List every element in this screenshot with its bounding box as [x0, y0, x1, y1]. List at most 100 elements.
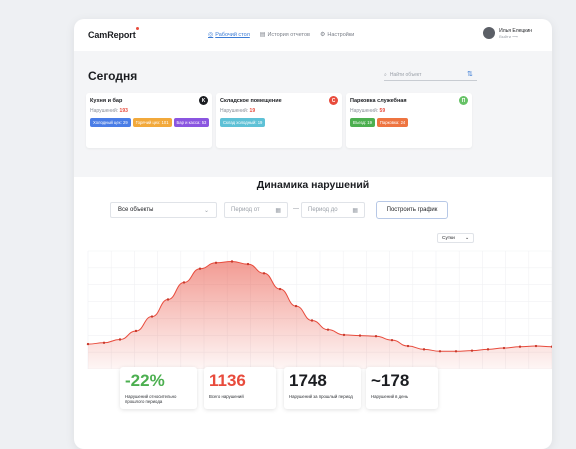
- zone-tag[interactable]: Бар и касса: 53: [173, 118, 210, 127]
- app-window: CamReport ◎ Рабочий стол ▤ История отчет…: [74, 19, 552, 449]
- data-point: [406, 344, 410, 348]
- data-point: [390, 338, 394, 342]
- nav-dashboard-label: Рабочий стол: [215, 31, 250, 38]
- data-point: [102, 341, 106, 344]
- avatar: [483, 27, 496, 39]
- search-input[interactable]: ⌕ Найти объект: [384, 69, 477, 81]
- data-point: [326, 328, 330, 331]
- nav-settings[interactable]: ⚙ Настройки: [319, 31, 355, 39]
- nav-settings-label: Настройки: [327, 31, 355, 38]
- data-point: [518, 345, 522, 348]
- data-point: [358, 334, 362, 337]
- data-point: [86, 342, 90, 346]
- stat-value: 1136: [209, 371, 246, 390]
- date-to-placeholder: Период до: [308, 207, 338, 213]
- search-placeholder: Найти объект: [389, 71, 422, 78]
- stat-card-total: 1136 Всего нарушений: [204, 367, 276, 409]
- stat-value: 1748: [289, 371, 327, 390]
- location-count: Нарушений: 193: [90, 108, 128, 114]
- logo-dot-icon: [136, 27, 139, 30]
- date-from-field[interactable]: Период от ▦: [224, 202, 288, 218]
- calendar-icon: ▦: [275, 207, 281, 214]
- data-point: [214, 261, 218, 264]
- data-point: [230, 260, 234, 263]
- stat-value: -22%: [125, 371, 165, 390]
- zone-tag[interactable]: Въезд: 19: [350, 118, 375, 127]
- data-point: [134, 329, 138, 333]
- date-from-placeholder: Период от: [231, 207, 260, 213]
- data-point: [454, 350, 458, 353]
- stat-label: Нарушений в день: [371, 394, 409, 399]
- chart-title: Динамика нарушений: [256, 179, 370, 191]
- zone-tag[interactable]: Парковка: 24: [376, 118, 409, 127]
- date-to-field[interactable]: Период до ▦: [301, 202, 365, 218]
- location-badge: П: [459, 96, 468, 105]
- data-point: [166, 298, 170, 301]
- location-name: Парковка служебная: [350, 98, 407, 104]
- nav-history[interactable]: ▤ История отчетов: [259, 31, 310, 39]
- location-name: Кухня и бар: [90, 98, 123, 104]
- data-point: [182, 281, 186, 284]
- stat-label: Всего нарушений: [209, 394, 244, 399]
- data-point: [150, 315, 154, 318]
- data-point: [278, 287, 282, 291]
- stat-label: Нарушений за прошлый период: [289, 394, 353, 399]
- data-point: [502, 346, 506, 350]
- zone-tag[interactable]: Холодный цех: 29: [90, 118, 131, 127]
- top-bar: CamReport ◎ Рабочий стол ▤ История отчет…: [74, 19, 552, 51]
- object-select-value: Все объекты: [118, 207, 154, 213]
- location-card-kitchen[interactable]: Кухня и бар K Нарушений: 193 Холодный це…: [86, 93, 212, 148]
- location-count: Нарушений: 19: [220, 108, 256, 114]
- data-point: [486, 348, 490, 351]
- stat-label: Нарушений относительно прошлого периода: [125, 394, 177, 404]
- zone-tags: Склад холодный: 19: [220, 118, 340, 127]
- user-name: Илья Елецкин: [499, 27, 532, 34]
- period-select-value: Сутки: [442, 235, 455, 241]
- nav-dashboard[interactable]: ◎ Рабочий стол: [208, 31, 250, 39]
- data-point: [422, 348, 426, 351]
- location-badge: C: [329, 96, 338, 105]
- nav-history-label: История отчетов: [267, 31, 310, 38]
- data-point: [262, 272, 266, 275]
- logout-link[interactable]: Выйти ⟶: [499, 34, 532, 39]
- zone-tag[interactable]: Горячий цех: 101: [132, 118, 172, 127]
- period-select[interactable]: Сутки ⌄: [437, 233, 474, 243]
- data-point: [310, 319, 314, 322]
- location-card-parking[interactable]: Парковка служебная П Нарушений: 59 Въезд…: [346, 93, 472, 148]
- location-badge: K: [199, 96, 208, 105]
- data-point: [246, 262, 250, 266]
- zone-tags: Холодный цех: 29 Горячий цех: 101 Бар и …: [90, 118, 210, 127]
- build-chart-button[interactable]: Построить график: [376, 201, 448, 219]
- data-point: [294, 304, 298, 308]
- data-point: [534, 344, 538, 348]
- calendar-icon: ▦: [352, 207, 358, 214]
- gear-icon: ⚙: [319, 32, 326, 38]
- calendar-icon: ▤: [259, 32, 266, 38]
- location-name: Складское помещение: [220, 98, 282, 104]
- object-select[interactable]: Все объекты ⌄: [110, 202, 217, 218]
- sort-icon[interactable]: ⇅: [467, 70, 473, 78]
- stat-card-daily: ~178 Нарушений в день: [366, 367, 438, 409]
- data-point: [374, 335, 378, 338]
- data-point: [470, 349, 474, 352]
- search-icon: ⌕: [384, 71, 387, 78]
- zone-tags: Въезд: 19 Парковка: 24: [350, 118, 470, 127]
- data-point: [342, 333, 346, 337]
- zone-tag[interactable]: Склад холодный: 19: [220, 118, 266, 127]
- violations-chart: [86, 250, 552, 369]
- location-card-storage[interactable]: Складское помещение C Нарушений: 19 Скла…: [216, 93, 342, 148]
- data-point: [198, 267, 202, 270]
- date-range-dash: —: [293, 206, 299, 212]
- main-nav: ◎ Рабочий стол ▤ История отчетов ⚙ Настр…: [208, 31, 355, 39]
- location-count: Нарушений: 59: [350, 108, 386, 114]
- dashboard-icon: ◎: [208, 32, 214, 38]
- data-point: [118, 338, 122, 341]
- stat-value: ~178: [371, 371, 410, 390]
- user-menu[interactable]: Илья Елецкин Выйти ⟶: [483, 27, 532, 39]
- stat-card-change: -22% Нарушений относительно прошлого пер…: [120, 367, 197, 409]
- page-title: Сегодня: [88, 69, 138, 83]
- data-point: [438, 350, 442, 353]
- chevron-down-icon: ⌄: [464, 235, 469, 241]
- chevron-down-icon: ⌄: [203, 207, 209, 214]
- app-logo[interactable]: CamReport: [88, 30, 136, 40]
